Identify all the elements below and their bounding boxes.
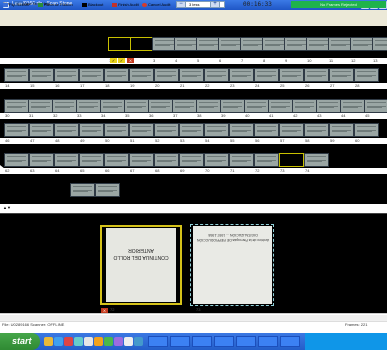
quick-launch-icon[interactable]	[94, 337, 103, 346]
taskbar-window-button[interactable]	[214, 336, 234, 347]
quick-launch-icon[interactable]	[84, 337, 93, 346]
quick-launch-icon[interactable]	[74, 337, 83, 346]
taskbar-items	[0, 0, 387, 350]
quick-launch-icon[interactable]	[44, 337, 53, 346]
taskbar-window-button[interactable]	[192, 336, 212, 347]
system-tray	[305, 333, 387, 350]
taskbar-window-button[interactable]	[236, 336, 256, 347]
quick-launch-icon[interactable]	[114, 337, 123, 346]
quick-launch-icon[interactable]	[54, 337, 63, 346]
quick-launch-icon[interactable]	[124, 337, 133, 346]
quick-launch-icon[interactable]	[64, 337, 73, 346]
taskbar-window-button[interactable]	[170, 336, 190, 347]
taskbar-window-button[interactable]	[280, 336, 300, 347]
quick-launch-icon[interactable]	[104, 337, 113, 346]
quick-launch-icon[interactable]	[134, 337, 143, 346]
taskbar-window-button[interactable]	[258, 336, 278, 347]
taskbar-window-button[interactable]	[148, 336, 168, 347]
